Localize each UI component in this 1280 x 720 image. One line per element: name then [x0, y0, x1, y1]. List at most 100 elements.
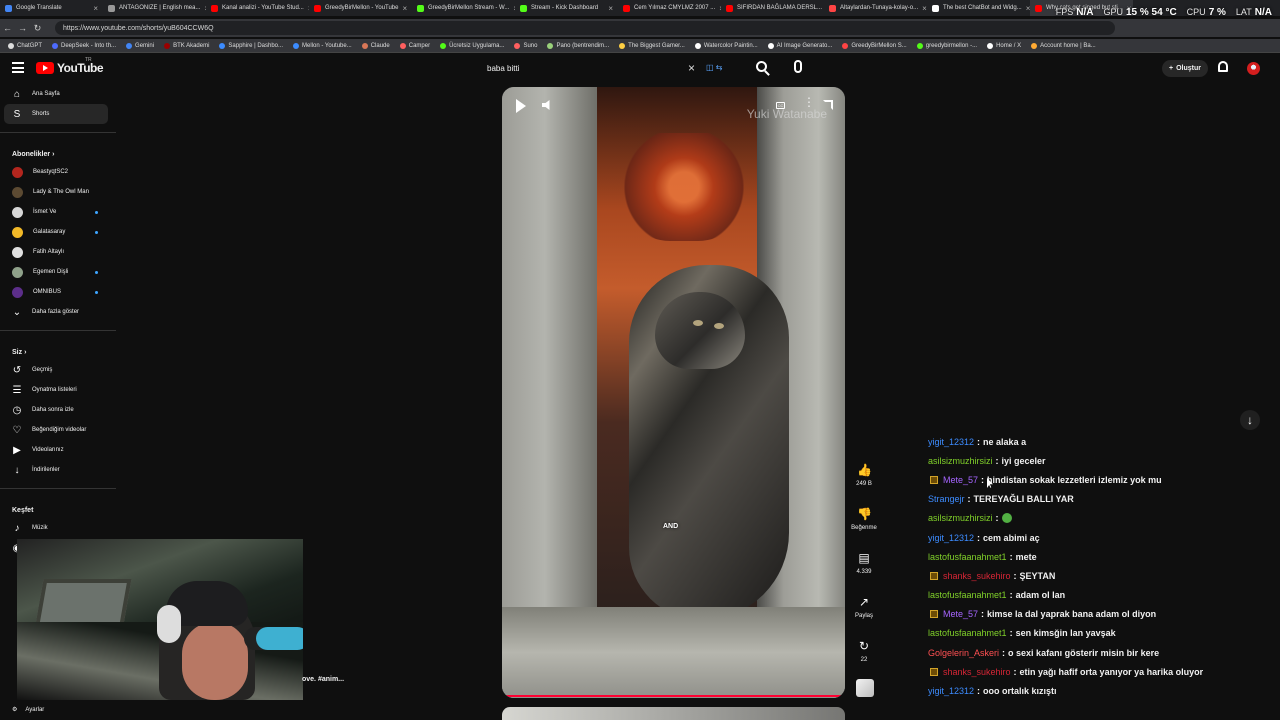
comments-button[interactable]: ▤ 4.339 [846, 551, 882, 575]
close-tab-icon[interactable]: × [93, 4, 98, 13]
subscription-item[interactable]: Galatasaray [0, 222, 116, 242]
sidebar-item-ana-sayfa[interactable]: ⌂ Ana Sayfa [0, 84, 116, 104]
chat-username[interactable]: yigit_12312 [928, 437, 974, 447]
side-divider [0, 488, 116, 489]
scroll-down-button[interactable]: ↓ [1240, 410, 1260, 430]
search-icon[interactable] [756, 61, 767, 72]
like-button[interactable]: 👍 249 B [846, 463, 882, 487]
remix-icon: ↻ [858, 639, 870, 653]
back-icon[interactable]: ← [0, 23, 15, 33]
settings-item[interactable]: ⚙ Ayarlar [12, 706, 44, 714]
clear-search-icon[interactable]: × [688, 61, 695, 75]
chat-separator: : [1009, 590, 1013, 601]
chat-username[interactable]: shanks_sukehiro [943, 667, 1011, 677]
browser-tab-label: ANTAGONIZE | English mea... [119, 5, 201, 11]
chat-username[interactable]: asilsizmuzhirsizi [928, 456, 993, 466]
sidebar-item[interactable]: ♡ Beğendiğim videolar [0, 420, 116, 440]
close-tab-icon[interactable]: × [403, 4, 408, 13]
more-options-icon[interactable]: ⋮ [803, 96, 815, 108]
avatar[interactable] [1247, 62, 1260, 75]
dislike-button[interactable]: 👎 Beğenme [846, 507, 882, 531]
chat-username[interactable]: lastofusfaanahmet1 [928, 628, 1007, 638]
sidebar-item-shorts[interactable]: S Shorts [4, 104, 108, 124]
browser-tab[interactable]: ANTAGONIZE | English mea...× [103, 0, 206, 16]
browser-tab[interactable]: GreedyBirMellon Stream - W...× [412, 0, 515, 16]
chat-username[interactable]: yigit_12312 [928, 533, 974, 543]
fullscreen-icon[interactable] [823, 100, 833, 110]
bookmark-item[interactable]: Sapphire | Dashbo... [219, 42, 283, 49]
bookmark-item[interactable]: Claude [361, 42, 390, 49]
share-button[interactable]: ↗ Paylaş [846, 595, 882, 619]
sidebar-item[interactable]: ↓ İndirilenler [0, 460, 116, 480]
forward-icon[interactable]: → [15, 23, 30, 33]
channel-thumbnail[interactable] [856, 679, 874, 697]
bookmark-item[interactable]: Ücretsiz Uygulama... [440, 42, 504, 49]
next-short-preview[interactable] [502, 707, 845, 720]
bookmark-item[interactable]: Suno [514, 42, 537, 49]
sidebar-item[interactable]: ◷ Daha sonra izle [0, 400, 116, 420]
microphone-icon[interactable] [794, 60, 802, 73]
subscription-item[interactable]: Fatih Altaylı [0, 242, 116, 262]
shorts-player[interactable]: Yuki Watanabe CC ⋮ AND [502, 87, 845, 698]
chat-username[interactable]: Mete_57 [943, 609, 978, 619]
subscription-item[interactable]: BeastyqtSC2 [0, 162, 116, 182]
browser-tab[interactable]: SIFIRDAN BAĞLAMA DERSL...× [721, 0, 824, 16]
search-extension-icons[interactable]: ◫ ⇆ [706, 63, 722, 72]
bookmark-item[interactable]: greedybirmellon -... [916, 42, 977, 49]
bookmark-favicon-icon [440, 42, 447, 49]
chat-username[interactable]: Strangejr [928, 494, 965, 504]
cat-head [655, 292, 745, 369]
browser-tab[interactable]: Altaylardan-Tunaya-kolay-o... × [824, 0, 927, 16]
close-tab-icon[interactable]: × [608, 4, 613, 13]
bookmark-item[interactable]: Pano (bentrendim... [547, 42, 609, 49]
video-progress-bar[interactable] [502, 695, 845, 697]
browser-tab[interactable]: The best ChatBot and Widg... × [927, 0, 1030, 16]
subscription-item[interactable]: Egemen Dişli [0, 262, 116, 282]
menu-icon[interactable] [12, 62, 24, 73]
chat-username[interactable]: Mete_57 [943, 475, 978, 485]
browser-tab[interactable]: Kanal analizi - YouTube Stud...× [206, 0, 309, 16]
subscriptions-heading[interactable]: Abonelikler › [0, 141, 116, 162]
chat-username[interactable]: asilsizmuzhirsizi [928, 513, 993, 523]
chat-username[interactable]: lastofusfaanahmet1 [928, 590, 1007, 600]
bookmark-item[interactable]: Account home | Ba... [1031, 42, 1096, 49]
browser-tab[interactable]: Stream - Kick Dashboard × [515, 0, 618, 16]
show-more-button[interactable]: ⌄ Daha fazla göster [0, 302, 116, 322]
remix-button[interactable]: ↻ 22 [846, 639, 882, 663]
sidebar-item[interactable]: ▶ Videolarınız [0, 440, 116, 460]
chat-username[interactable]: lastofusfaanahmet1 [928, 552, 1007, 562]
browser-tab[interactable]: GreedyBirMellon - YouTube × [309, 0, 412, 16]
url-field[interactable]: https://www.youtube.com/shorts/yuB604CCW… [55, 21, 1115, 35]
subscription-item[interactable]: OMNIBUS [0, 282, 116, 302]
bookmark-item[interactable]: AI Image Generato... [767, 42, 832, 49]
chat-username[interactable]: Golgelerin_Askeri [928, 648, 999, 658]
chat-username[interactable]: yigit_12312 [928, 686, 974, 696]
bookmark-item[interactable]: Home / X [987, 42, 1021, 49]
youtube-logo[interactable]: YouTube [36, 61, 104, 75]
captions-icon[interactable]: CC [776, 102, 785, 109]
sidebar-item[interactable]: ♪ Müzik [0, 518, 116, 538]
play-icon[interactable] [516, 99, 528, 113]
bookmark-item[interactable]: Mellon - Youtube... [293, 42, 352, 49]
sidebar-item[interactable]: ↺ Geçmiş [0, 360, 116, 380]
subscription-item[interactable]: Lady & The Owl Man [0, 182, 116, 202]
bookmark-item[interactable]: BTK Akademi [164, 42, 209, 49]
bookmark-item[interactable]: Gemini [126, 42, 154, 49]
bookmark-item[interactable]: Watercolor Paintin... [694, 42, 758, 49]
browser-tab[interactable]: Google Translate × [0, 0, 103, 16]
video-icon: ▶ [13, 444, 21, 456]
create-button[interactable]: + Oluştur [1162, 60, 1208, 77]
you-heading[interactable]: Siz › [0, 339, 116, 360]
bookmark-item[interactable]: Camper [399, 42, 430, 49]
sidebar-item[interactable]: ☰ Oynatma listeleri [0, 380, 116, 400]
bookmark-item[interactable]: The Biggest Gamer... [619, 42, 685, 49]
bookmark-item[interactable]: ChatGPT [8, 42, 42, 49]
reload-icon[interactable]: ↻ [30, 23, 45, 34]
chat-username[interactable]: shanks_sukehiro [943, 571, 1011, 581]
subscription-item[interactable]: İsmet Ve [0, 202, 116, 222]
search-box[interactable]: baba bitti [480, 57, 705, 80]
browser-tab[interactable]: Cem Yılmaz CMYLMZ 2007 ...× [618, 0, 721, 16]
bookmark-item[interactable]: DeepSeek - Into th... [52, 42, 116, 49]
notification-bell-icon[interactable] [1218, 61, 1228, 72]
bookmark-item[interactable]: GreedyBirMellon S... [842, 42, 907, 49]
